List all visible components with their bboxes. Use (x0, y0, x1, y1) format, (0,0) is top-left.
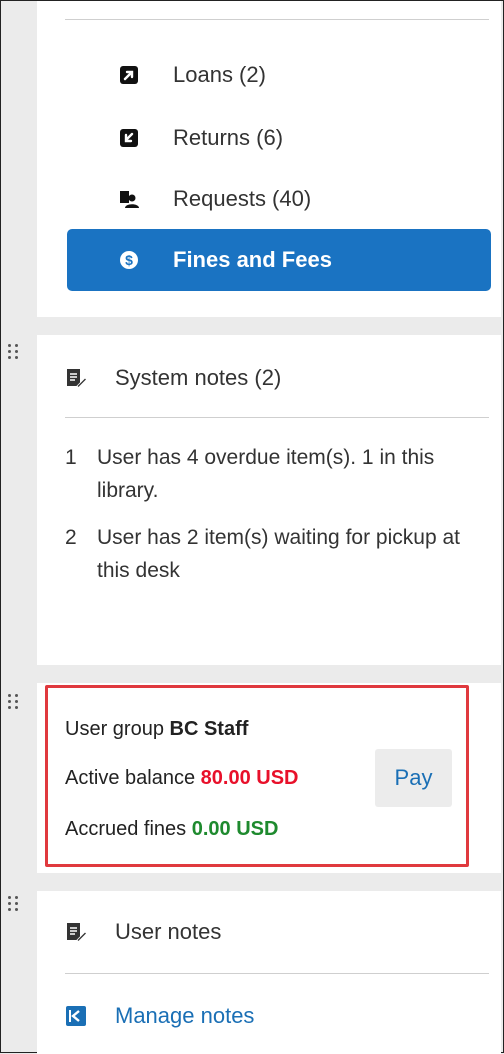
nav-item-fines-and-fees[interactable]: $ Fines and Fees (67, 229, 491, 291)
sidebar-frame: Loans (2) Returns (6) Requests (40) $ Fi… (0, 0, 504, 1054)
system-notes-title: System notes (2) (115, 365, 282, 390)
note-number: 2 (65, 526, 77, 549)
drag-handle[interactable] (8, 896, 20, 912)
requests-people-icon (119, 189, 139, 209)
drag-handle[interactable] (8, 694, 20, 710)
note-number: 1 (65, 446, 77, 469)
user-group-label: User group (65, 718, 170, 740)
list-item: 1 User has 4 overdue item(s). 1 in this … (65, 441, 485, 507)
nav-item-requests[interactable]: Requests (40) (67, 172, 491, 226)
pay-button[interactable]: Pay (375, 749, 452, 807)
user-group-row: User group BC Staff (65, 718, 248, 741)
accrued-fines-row: Accrued fines 0.00 USD (65, 818, 278, 841)
note-text: User has 4 overdue item(s). 1 in this li… (97, 446, 435, 502)
nav-item-label: Requests (40) (173, 186, 312, 211)
system-notes-list: 1 User has 4 overdue item(s). 1 in this … (65, 441, 485, 601)
list-item: 2 User has 2 item(s) waiting for pickup … (65, 521, 485, 587)
manage-notes-link[interactable]: Manage notes (65, 1003, 254, 1029)
manage-notes-label: Manage notes (115, 1003, 255, 1028)
navigation-panel: Loans (2) Returns (6) Requests (40) $ Fi… (37, 1, 501, 317)
return-in-arrow-icon (119, 128, 139, 148)
active-balance-row: Active balance 80.00 USD (65, 767, 298, 790)
nav-item-loans[interactable]: Loans (2) (67, 48, 491, 102)
dollar-circle-icon: $ (119, 250, 139, 270)
active-balance-value: 80.00 USD (200, 767, 299, 789)
svg-text:$: $ (125, 252, 133, 268)
note-edit-icon (65, 921, 87, 943)
note-text: User has 2 item(s) waiting for pickup at… (97, 526, 460, 582)
notes-divider (65, 417, 489, 418)
system-notes-header: System notes (2) (65, 365, 281, 391)
nav-item-label: Fines and Fees (173, 247, 332, 272)
nav-item-label: Loans (2) (173, 62, 266, 87)
active-balance-label: Active balance (65, 767, 201, 789)
accrued-fines-value: 0.00 USD (191, 818, 279, 840)
user-notes-panel: User notes Manage notes (37, 891, 501, 1054)
accrued-fines-label: Accrued fines (65, 818, 192, 840)
manage-notes-icon (65, 1005, 87, 1027)
drag-handle[interactable] (8, 344, 20, 360)
user-notes-divider (65, 973, 489, 974)
user-notes-title: User notes (115, 919, 222, 944)
nav-item-returns[interactable]: Returns (6) (67, 111, 491, 165)
user-group-value: BC Staff (169, 718, 249, 740)
nav-item-label: Returns (6) (173, 125, 284, 150)
top-divider (65, 19, 489, 20)
note-edit-icon (65, 367, 87, 389)
user-notes-header: User notes (65, 919, 221, 945)
loan-out-arrow-icon (119, 65, 139, 85)
